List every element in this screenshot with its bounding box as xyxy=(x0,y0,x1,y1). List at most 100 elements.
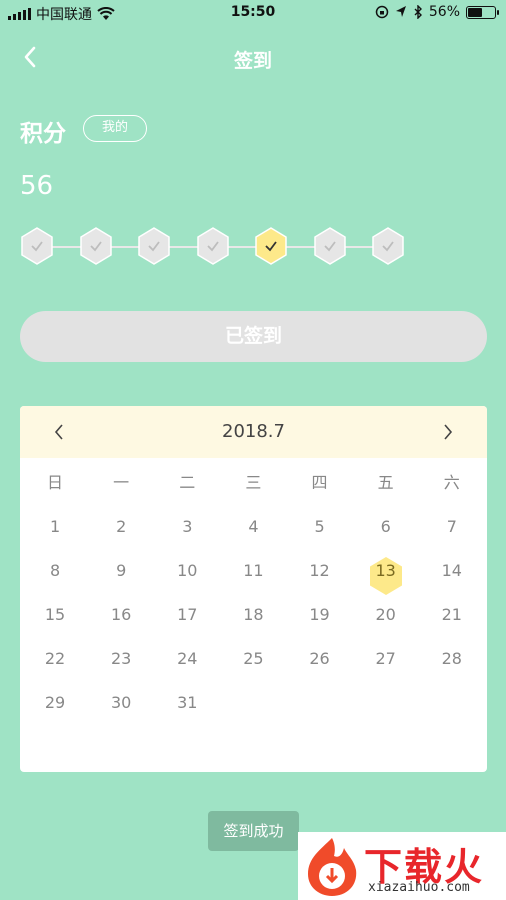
calendar-empty-cell xyxy=(353,686,419,730)
watermark-url: xiazaihuo.com xyxy=(368,880,470,895)
battery-fill xyxy=(468,7,482,17)
bluetooth-icon xyxy=(414,5,422,19)
location-icon xyxy=(395,6,406,17)
calendar-day[interactable]: 9 xyxy=(88,554,154,598)
weekday-label: 五 xyxy=(377,473,394,492)
calendar-month: 2018.7 xyxy=(222,421,285,442)
day-number: 24 xyxy=(177,649,198,668)
calendar-day[interactable]: 31 xyxy=(154,686,220,730)
battery-icon xyxy=(466,5,499,19)
day-number: 18 xyxy=(243,605,264,624)
calendar-day[interactable]: 3 xyxy=(154,510,220,554)
fire-logo-icon xyxy=(308,838,357,896)
calendar-day-signed[interactable]: 13 xyxy=(353,554,419,598)
calendar-empty-cell xyxy=(287,686,353,730)
day-hexagon xyxy=(138,227,170,265)
day-number: 7 xyxy=(446,517,457,536)
day-hexagon xyxy=(79,227,112,265)
day-number: 25 xyxy=(243,649,264,668)
day-number: 11 xyxy=(243,561,264,580)
chevron-right-icon xyxy=(444,424,453,440)
day-number: 20 xyxy=(375,605,396,624)
points-value: 56 xyxy=(20,171,54,201)
weekday-row: 日一二三四五六 xyxy=(22,466,485,510)
nav-bar: 签到 xyxy=(0,34,506,80)
day-number: 9 xyxy=(116,561,127,580)
calendar-day[interactable]: 27 xyxy=(353,642,419,686)
day-hexagon xyxy=(21,227,53,265)
day-number: 4 xyxy=(248,517,259,536)
day-number: 3 xyxy=(182,517,193,536)
calendar-day[interactable]: 6 xyxy=(353,510,419,554)
calendar-day[interactable]: 25 xyxy=(220,642,286,686)
day-number: 21 xyxy=(441,605,462,624)
day-hexagon xyxy=(372,227,404,265)
calendar-day[interactable]: 16 xyxy=(88,598,154,642)
calendar-grid: 日一二三四五六 1 2 3 4 5 6 7 8 9 10 11 12 13 14 15 16 17 18 19 20 21… xyxy=(22,466,485,730)
my-points-button[interactable]: 我的 xyxy=(83,115,147,142)
calendar-header: 2018.7 xyxy=(20,406,487,458)
day-number: 27 xyxy=(375,649,396,668)
weekday-label: 六 xyxy=(443,473,460,492)
calendar-day[interactable]: 24 xyxy=(154,642,220,686)
calendar-day[interactable]: 23 xyxy=(88,642,154,686)
weekday-label: 日 xyxy=(47,473,64,492)
success-toast: 签到成功 xyxy=(208,811,299,851)
day-number: 13 xyxy=(375,561,396,580)
day-number: 8 xyxy=(49,561,61,580)
points-label: 积分 xyxy=(20,121,66,147)
watermark: 下载火 xiazaihuo.com xyxy=(298,832,506,900)
calendar-day[interactable]: 28 xyxy=(419,642,485,686)
day-number: 14 xyxy=(441,561,462,580)
week-row: 22 23 24 25 26 27 28 xyxy=(22,642,485,686)
calendar-day[interactable]: 10 xyxy=(154,554,220,598)
calendar-day[interactable]: 11 xyxy=(220,554,286,598)
day-number: 22 xyxy=(44,649,66,668)
checked-day-hexagon xyxy=(255,227,287,265)
status-bar: 中国联通 15:50 56% xyxy=(0,0,506,26)
day-hexagon xyxy=(313,227,346,265)
day-number: 1 xyxy=(49,517,61,536)
day-number: 16 xyxy=(111,605,132,624)
calendar-day[interactable]: 18 xyxy=(220,598,286,642)
calendar-day[interactable]: 22 xyxy=(22,642,88,686)
calendar-day[interactable]: 29 xyxy=(22,686,88,730)
day-number: 29 xyxy=(44,693,66,712)
day-number: 23 xyxy=(111,649,132,668)
day-number: 17 xyxy=(177,605,198,624)
calendar-day[interactable]: 14 xyxy=(419,554,485,598)
calendar-day[interactable]: 2 xyxy=(88,510,154,554)
calendar-day[interactable]: 26 xyxy=(287,642,353,686)
orientation-lock-icon xyxy=(375,5,389,19)
calendar-day[interactable]: 12 xyxy=(287,554,353,598)
calendar-day[interactable]: 1 xyxy=(22,510,88,554)
calendar-day[interactable]: 15 xyxy=(22,598,88,642)
week-row: 1 2 3 4 5 6 7 xyxy=(22,510,485,554)
day-number: 26 xyxy=(309,649,330,668)
calendar-day[interactable]: 20 xyxy=(353,598,419,642)
day-number: 2 xyxy=(116,517,127,536)
day-number: 6 xyxy=(380,517,391,536)
calendar-day[interactable]: 17 xyxy=(154,598,220,642)
calendar-day[interactable]: 5 xyxy=(287,510,353,554)
page-title: 签到 xyxy=(233,50,272,72)
day-number: 28 xyxy=(441,649,462,668)
calendar-day[interactable]: 30 xyxy=(88,686,154,730)
next-month-button[interactable] xyxy=(433,418,461,446)
day-hexagon xyxy=(196,227,229,265)
weekday-label: 二 xyxy=(179,473,196,492)
day-number: 10 xyxy=(177,561,198,580)
status-right: 56% xyxy=(375,4,499,20)
calendar-day[interactable]: 21 xyxy=(419,598,485,642)
day-number: 19 xyxy=(309,605,330,624)
week-row: 8 9 10 11 12 13 14 xyxy=(22,554,485,598)
calendar-day[interactable]: 4 xyxy=(220,510,286,554)
calendar-day[interactable]: 7 xyxy=(419,510,485,554)
signed-in-button[interactable]: 已签到 xyxy=(20,311,487,362)
calendar-empty-cell xyxy=(419,686,485,730)
calendar-day[interactable]: 8 xyxy=(22,554,88,598)
week-row: 29 30 31 xyxy=(22,686,485,730)
day-number: 15 xyxy=(44,605,66,624)
week-row: 15 16 17 18 19 20 21 xyxy=(22,598,485,642)
calendar-day[interactable]: 19 xyxy=(287,598,353,642)
